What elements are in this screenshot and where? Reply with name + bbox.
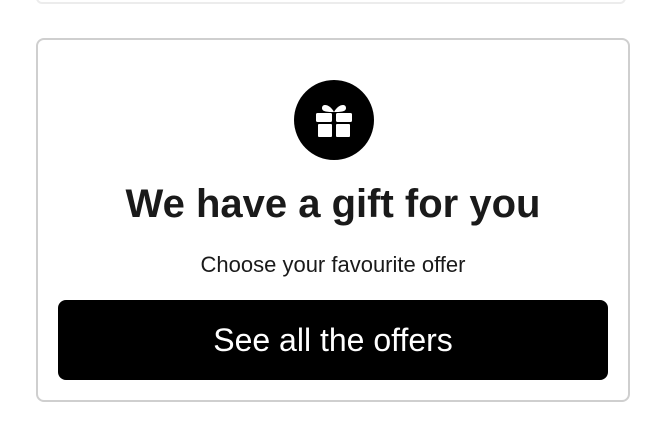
gift-icon-badge: [294, 80, 374, 160]
previous-card-edge: [36, 0, 626, 4]
gift-offer-card: We have a gift for you Choose your favou…: [36, 38, 630, 402]
card-title: We have a gift for you: [125, 182, 541, 226]
card-subtitle: Choose your favourite offer: [200, 252, 466, 277]
gift-icon: [316, 104, 352, 137]
see-all-offers-button[interactable]: See all the offers: [58, 300, 608, 380]
